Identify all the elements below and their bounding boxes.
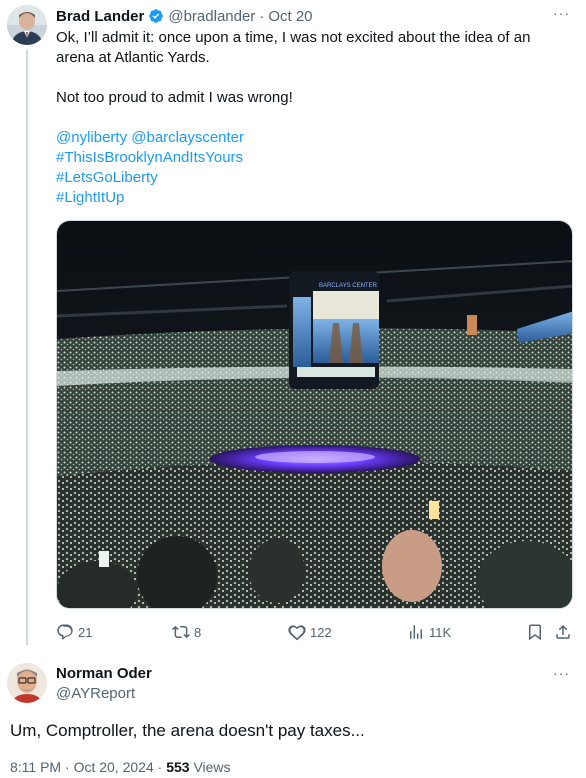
reply-date[interactable]: Oct 20, 2024 <box>74 759 154 775</box>
thread-connector-line <box>26 50 28 645</box>
repost-button[interactable]: 8 <box>172 622 201 642</box>
author-handle[interactable]: @AYReport <box>56 684 152 704</box>
like-button[interactable]: 122 <box>288 622 332 642</box>
scoreboard-label: BARCLAYS CENTER <box>319 283 378 289</box>
author-handle[interactable]: @bradlander <box>168 8 255 25</box>
views-count: 11K <box>429 624 452 640</box>
reply-metadata: 8:11 PM · Oct 20, 2024 · 553 Views <box>10 758 231 776</box>
separator-dot: · <box>65 759 70 775</box>
tweet-actions-bar: 21 8 122 11K <box>56 622 576 642</box>
hashtag-link[interactable]: #ThisIsBrooklynAndItsYours <box>56 148 561 168</box>
avatar[interactable] <box>7 5 47 45</box>
reply-text: Um, Comptroller, the arena doesn't pay t… <box>10 721 365 740</box>
views-chart-icon <box>410 625 422 639</box>
views-count: 553 <box>166 759 190 775</box>
tweet-text-line-1: Ok, I’ll admit it: once upon a time, I w… <box>56 29 531 46</box>
hashtag-link[interactable]: #LetsGoLiberty <box>56 168 561 188</box>
tweet-media-photo[interactable]: BARCLAYS CENTER <box>56 220 573 609</box>
tweet-date[interactable]: Oct 20 <box>268 8 312 25</box>
tweet-header: Brad Lander @bradlander · Oct 20 <box>56 6 313 26</box>
share-icon <box>556 624 570 639</box>
author-name[interactable]: Norman Oder <box>56 664 152 684</box>
reply-count: 21 <box>78 624 93 640</box>
tweet-text-line-2: arena at Atlantic Yards. <box>56 49 210 66</box>
more-options-icon[interactable]: ··· <box>553 666 570 680</box>
tweet-mentions[interactable]: @nyliberty @barclayscenter <box>56 128 561 148</box>
like-count: 122 <box>310 624 332 640</box>
repost-count: 8 <box>194 624 202 640</box>
heart-icon <box>288 625 306 641</box>
bookmark-button[interactable] <box>526 622 544 642</box>
share-button[interactable] <box>554 622 572 642</box>
tweet-body: Ok, I’ll admit it: once upon a time, I w… <box>56 28 561 208</box>
more-options-icon[interactable]: ··· <box>553 6 570 20</box>
reply-time[interactable]: 8:11 PM <box>10 759 61 775</box>
reply-header: Norman Oder @AYReport <box>56 664 152 704</box>
avatar-brad-lander-image <box>7 5 47 45</box>
repost-icon <box>172 625 190 639</box>
reply-button[interactable]: 21 <box>56 622 92 642</box>
bookmark-icon <box>529 624 541 641</box>
author-name[interactable]: Brad Lander <box>56 8 144 25</box>
verified-badge-icon <box>148 8 164 24</box>
tweet-text-admission: Not too proud to admit I was wrong! <box>56 89 293 106</box>
avatar-norman-oder-image <box>7 663 47 703</box>
arena-photo: BARCLAYS CENTER <box>57 221 572 608</box>
separator-dot: · <box>157 759 163 775</box>
views-label: Views <box>193 759 231 775</box>
views-button[interactable]: 11K <box>407 622 451 642</box>
separator-dot: · <box>259 7 265 25</box>
avatar[interactable] <box>7 663 47 703</box>
reply-icon <box>57 624 73 640</box>
hashtag-link[interactable]: #LightItUp <box>56 188 561 208</box>
